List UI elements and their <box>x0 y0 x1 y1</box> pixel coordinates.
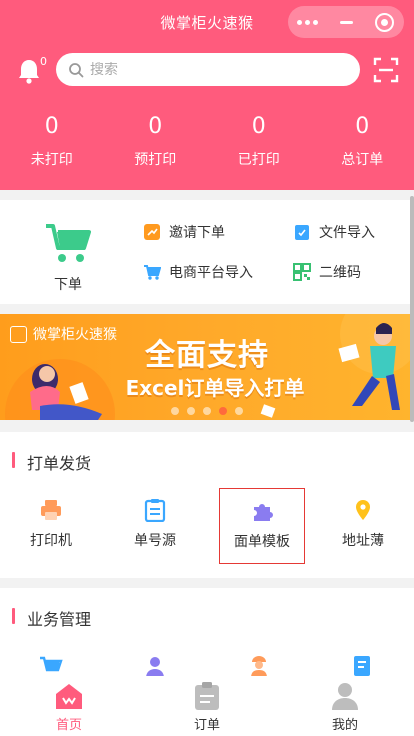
ecommerce-import-label: 电商平台导入 <box>169 265 253 281</box>
stat-unprinted[interactable]: 0 未打印 <box>0 113 104 169</box>
address-book-item[interactable]: 地址薄 <box>320 498 406 550</box>
waybill-template-label: 面单模板 <box>234 534 290 550</box>
tab-label: 我的 <box>331 718 358 733</box>
stat-total-orders[interactable]: 0 总订单 <box>311 113 414 169</box>
stat-value: 0 <box>251 114 266 139</box>
cart-icon <box>40 656 63 672</box>
home-icon <box>56 684 82 709</box>
file-import-icon <box>295 225 309 240</box>
banner-dot[interactable] <box>235 407 243 415</box>
tab-label: 首页 <box>55 718 82 733</box>
banner-dot[interactable] <box>187 407 195 415</box>
tab-bar: 首页 订单 我的 <box>0 676 414 736</box>
printer-label: 打印机 <box>30 533 72 549</box>
section-title: 业务管理 <box>12 606 91 630</box>
location-pin-icon <box>356 500 370 520</box>
invite-order-label: 邀请下单 <box>169 225 225 241</box>
stat-label: 未打印 <box>30 152 73 168</box>
file-import-item[interactable]: 文件导入 <box>293 222 375 242</box>
header: 微掌柜火速猴 0 0 未打印 0 预打印 <box>0 0 414 190</box>
scrollbar[interactable] <box>410 196 414 422</box>
mini-program-capsule <box>288 6 404 38</box>
stat-value: 0 <box>148 114 163 139</box>
minimize-button[interactable] <box>327 6 366 38</box>
close-miniprogram-button[interactable] <box>365 6 404 38</box>
stat-preprinted[interactable]: 0 预打印 <box>104 113 208 169</box>
search-bar[interactable] <box>56 53 360 86</box>
search-input[interactable] <box>90 61 330 78</box>
business-section: 业务管理 <box>0 588 414 688</box>
invite-icon <box>144 224 160 240</box>
printer-icon <box>41 500 61 520</box>
promo-banner[interactable]: 微掌柜火速猴 全面支持 Excel订单导入打单 <box>0 314 414 420</box>
ecommerce-import-item[interactable]: 电商平台导入 <box>143 262 253 282</box>
invite-order-item[interactable]: 邀请下单 <box>143 222 225 242</box>
banner-subline: Excel订单导入打单 <box>125 376 305 400</box>
section-title: 打单发货 <box>12 450 91 474</box>
tab-home[interactable]: 首页 <box>0 676 138 736</box>
profile-icon <box>332 683 358 710</box>
tracking-source-item[interactable]: 单号源 <box>112 498 198 550</box>
more-dots-icon <box>296 19 318 25</box>
clipboard-icon <box>144 499 166 522</box>
scan-icon[interactable] <box>373 57 399 83</box>
stat-label: 总订单 <box>341 152 384 168</box>
banner-headline: 全面支持 <box>145 338 269 373</box>
qrcode-label: 二维码 <box>319 265 361 281</box>
target-icon <box>375 12 395 32</box>
document-icon <box>354 656 370 676</box>
stat-printed[interactable]: 0 已打印 <box>207 113 311 169</box>
minus-icon <box>339 20 353 24</box>
waybill-template-item[interactable]: 面单模板 <box>219 488 305 564</box>
tab-orders[interactable]: 订单 <box>138 676 276 736</box>
more-button[interactable] <box>288 6 327 38</box>
printer-item[interactable]: 打印机 <box>8 498 94 550</box>
cart-icon[interactable] <box>44 220 92 266</box>
file-import-label: 文件导入 <box>319 225 375 241</box>
bell-badge: 0 <box>40 55 47 68</box>
stat-label: 预打印 <box>134 152 177 168</box>
banner-dot[interactable] <box>203 407 211 415</box>
banner-dot[interactable] <box>171 407 179 415</box>
qrcode-item[interactable]: 二维码 <box>293 262 361 282</box>
stat-label: 已打印 <box>237 152 280 168</box>
user-icon <box>146 657 164 678</box>
banner-pagination <box>171 407 243 415</box>
tab-label: 订单 <box>193 718 220 733</box>
print-ship-section: 打单发货 打印机 单号源 面单模板 地址薄 <box>0 432 414 578</box>
address-book-label: 地址薄 <box>342 533 384 549</box>
tab-profile[interactable]: 我的 <box>276 676 414 736</box>
stat-value: 0 <box>44 114 59 139</box>
place-order-label[interactable]: 下单 <box>40 274 96 294</box>
banner-dot-active[interactable] <box>219 407 227 415</box>
courier-icon <box>251 656 267 678</box>
order-icon <box>195 682 219 710</box>
qrcode-icon <box>293 263 311 281</box>
puzzle-icon <box>254 504 273 521</box>
stat-value: 0 <box>355 114 370 139</box>
tracking-source-label: 单号源 <box>134 533 176 549</box>
ecommerce-cart-icon <box>144 265 161 280</box>
order-stats: 0 未打印 0 预打印 0 已打印 0 总订单 <box>0 113 414 169</box>
search-icon <box>69 62 84 77</box>
quick-actions: 下单 邀请下单 文件导入 电商平台导入 二维码 <box>0 200 414 304</box>
